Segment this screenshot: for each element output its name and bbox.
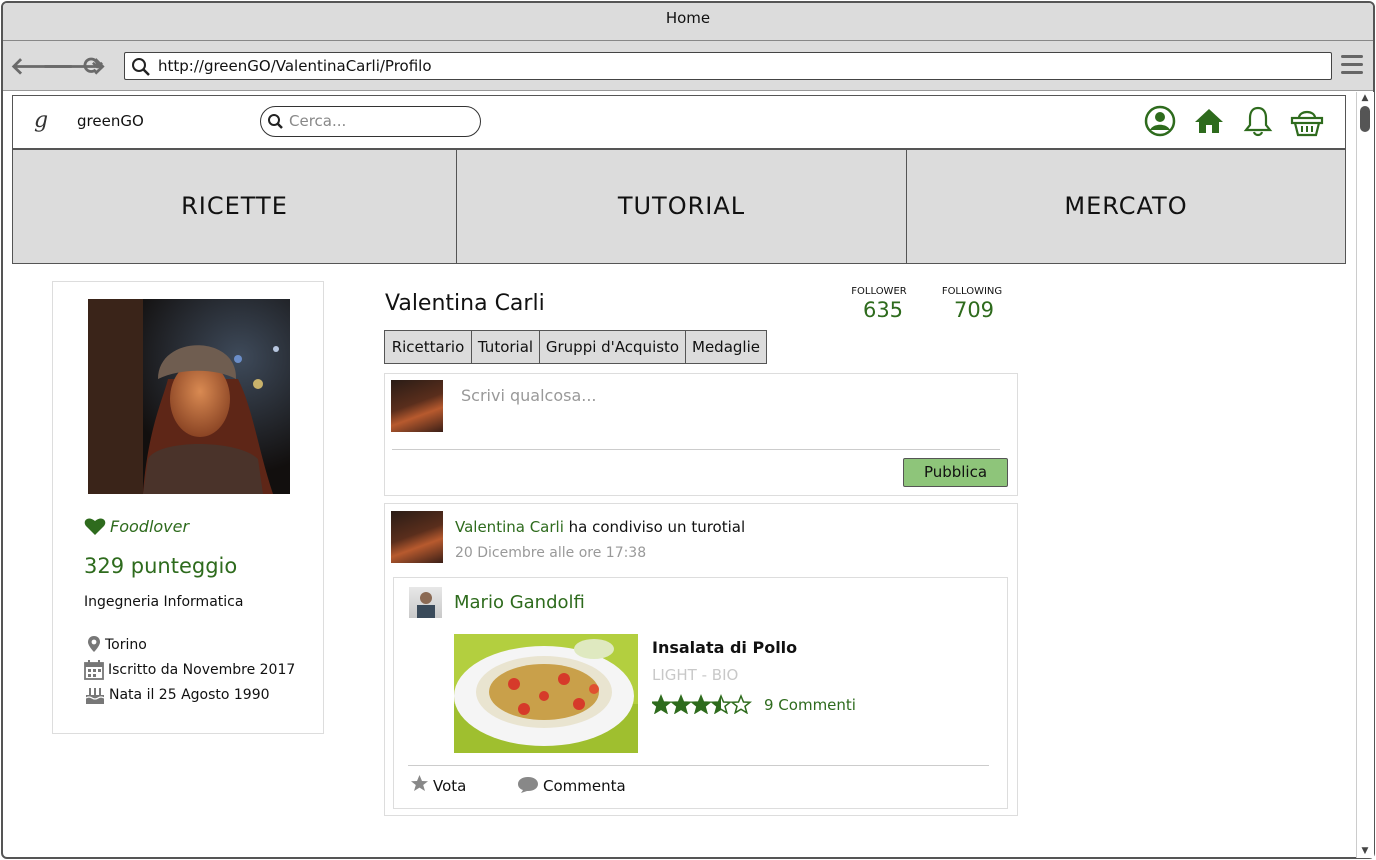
following-count[interactable]: 709: [932, 298, 1016, 322]
brand-name[interactable]: greenGO: [77, 112, 144, 130]
birthday-cake-icon: [85, 688, 105, 704]
star-filled-icon[interactable]: [652, 696, 670, 713]
browser-menu-icon[interactable]: [1341, 55, 1363, 77]
recipe-image[interactable]: [454, 634, 638, 753]
profile-score: 329 punteggio: [84, 554, 238, 578]
star-outline-icon[interactable]: [729, 694, 753, 715]
following-label[interactable]: FOLLOWING: [932, 286, 1012, 297]
follower-count[interactable]: 635: [840, 298, 926, 322]
logo-icon[interactable]: g: [34, 108, 48, 133]
category-tutorial[interactable]: TUTORIAL: [456, 149, 907, 264]
post-header: Valentina Carli ha condiviso un turotial: [455, 518, 745, 536]
tab-medaglie[interactable]: Medaglie: [685, 330, 767, 364]
profile-photo: [88, 299, 290, 494]
shared-author-avatar: [409, 587, 442, 618]
recipe-tags: LIGHT - BIO: [652, 666, 739, 684]
profile-joined: Iscritto da Novembre 2017: [108, 662, 296, 678]
url-text: http://greenGO/ValentinaCarli/Profilo: [158, 57, 432, 75]
post-avatar: [391, 511, 443, 563]
shared-author-link[interactable]: Mario Gandolfi: [454, 592, 585, 613]
location-pin-icon: [88, 636, 100, 652]
scroll-down-icon[interactable]: ▼: [1358, 846, 1372, 856]
basket-icon[interactable]: [1290, 106, 1324, 138]
search-input[interactable]: Cerca...: [260, 106, 481, 137]
profile-name: Valentina Carli: [385, 291, 545, 316]
rating-stars[interactable]: [649, 694, 754, 715]
comments-link[interactable]: 9 Commenti: [764, 696, 856, 714]
profile-city: Torino: [105, 637, 147, 653]
comment-button[interactable]: Commenta: [543, 777, 626, 795]
address-bar[interactable]: http://greenGO/ValentinaCarli/Profilo: [124, 52, 1332, 80]
forward-arrow-icon[interactable]: 🡒: [42, 53, 106, 79]
post-actions-divider: [408, 765, 989, 766]
post-author-link[interactable]: Valentina Carli: [455, 518, 564, 536]
tab-tutorial[interactable]: Tutorial: [471, 330, 540, 364]
category-ricette[interactable]: RICETTE: [12, 149, 457, 264]
profile-study: Ingegneria Informatica: [84, 594, 244, 610]
comment-bubble-icon[interactable]: [517, 776, 539, 794]
reload-icon[interactable]: ⟳: [80, 53, 106, 79]
post-timestamp: 20 Dicembre alle ore 17:38: [455, 545, 647, 561]
publish-button[interactable]: Pubblica: [903, 458, 1008, 487]
page-scrollbar[interactable]: [1356, 92, 1374, 858]
calendar-icon: [84, 660, 104, 680]
bell-icon[interactable]: [1243, 105, 1273, 137]
category-mercato[interactable]: MERCATO: [906, 149, 1346, 264]
recipe-title[interactable]: Insalata di Pollo: [652, 638, 797, 657]
star-filled-icon[interactable]: [692, 696, 710, 713]
window-title: Home: [3, 3, 1373, 41]
composer-avatar: [391, 380, 443, 432]
tab-gruppi-acquisto[interactable]: Gruppi d'Acquisto: [539, 330, 686, 364]
composer-divider: [392, 449, 1000, 450]
heart-icon: [84, 518, 106, 535]
star-filled-icon[interactable]: [672, 696, 690, 713]
user-circle-icon[interactable]: [1144, 105, 1176, 137]
search-icon: [268, 114, 283, 129]
scroll-up-icon[interactable]: ▲: [1358, 93, 1372, 103]
tab-ricettario[interactable]: Ricettario: [384, 330, 472, 364]
back-arrow-icon[interactable]: 🡐: [10, 53, 74, 79]
profile-birth: Nata il 25 Agosto 1990: [109, 687, 270, 703]
composer-input[interactable]: Scrivi qualcosa...: [461, 386, 597, 405]
post-action-text: ha condiviso un turotial: [568, 518, 746, 536]
follower-label[interactable]: FOLLOWER: [840, 286, 918, 297]
address-search-icon: [132, 58, 150, 76]
star-vote-icon[interactable]: [410, 774, 429, 792]
profile-badge: Foodlover: [110, 517, 190, 536]
home-icon[interactable]: [1194, 106, 1224, 136]
vote-button[interactable]: Vota: [433, 777, 466, 795]
scrollbar-thumb[interactable]: [1360, 106, 1370, 132]
